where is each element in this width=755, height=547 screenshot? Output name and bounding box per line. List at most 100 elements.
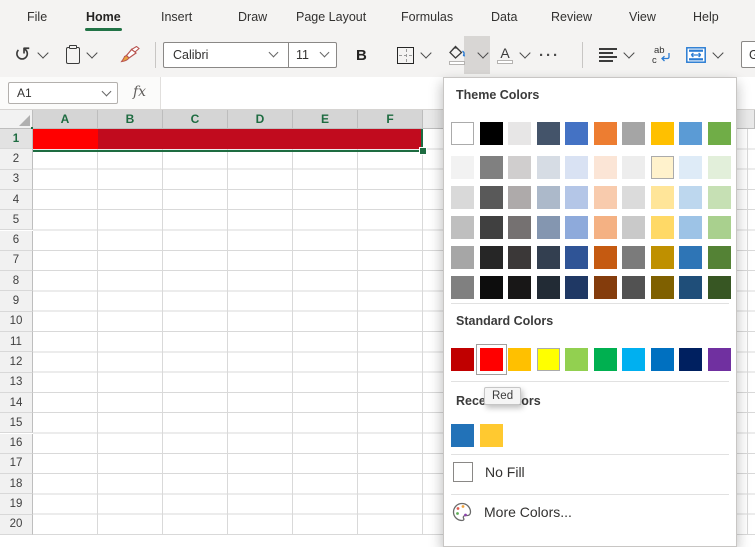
alignment-button[interactable] xyxy=(599,33,633,77)
chevron-down-icon[interactable] xyxy=(37,47,48,58)
theme-variant-swatch[interactable] xyxy=(480,216,503,239)
theme-color-swatch[interactable] xyxy=(651,122,674,145)
theme-variant-swatch[interactable] xyxy=(708,246,731,269)
theme-variant-swatch[interactable] xyxy=(565,246,588,269)
theme-variant-swatch[interactable] xyxy=(651,186,674,209)
tab-home[interactable]: Home xyxy=(84,0,123,33)
theme-variant-swatch[interactable] xyxy=(622,156,645,179)
chevron-down-icon[interactable] xyxy=(320,48,330,58)
row-header-15[interactable]: 15 xyxy=(0,413,33,433)
theme-color-swatch[interactable] xyxy=(622,122,645,145)
row-header-9[interactable]: 9 xyxy=(0,291,33,311)
theme-variant-swatch[interactable] xyxy=(565,276,588,299)
chevron-down-icon[interactable] xyxy=(519,47,530,58)
row-header-7[interactable]: 7 xyxy=(0,251,33,271)
theme-variant-swatch[interactable] xyxy=(594,186,617,209)
tab-view[interactable]: View xyxy=(627,0,658,33)
theme-variant-swatch[interactable] xyxy=(565,216,588,239)
recent-color-swatch[interactable] xyxy=(451,424,474,447)
theme-color-swatch[interactable] xyxy=(537,122,560,145)
theme-variant-swatch[interactable] xyxy=(594,276,617,299)
theme-color-swatch[interactable] xyxy=(708,122,731,145)
column-header-F[interactable]: F xyxy=(358,110,423,129)
theme-variant-swatch[interactable] xyxy=(622,276,645,299)
theme-variant-swatch[interactable] xyxy=(679,216,702,239)
theme-variant-swatch[interactable] xyxy=(537,216,560,239)
theme-variant-swatch[interactable] xyxy=(537,246,560,269)
fill-handle[interactable] xyxy=(419,147,427,155)
row-header-16[interactable]: 16 xyxy=(0,434,33,454)
paste-button[interactable] xyxy=(66,33,96,77)
theme-variant-swatch[interactable] xyxy=(451,186,474,209)
theme-variant-swatch[interactable] xyxy=(451,246,474,269)
theme-variant-swatch[interactable] xyxy=(622,186,645,209)
standard-color-dark-red[interactable] xyxy=(451,348,474,371)
merge-cells-button[interactable] xyxy=(686,33,722,77)
chevron-down-icon[interactable] xyxy=(86,47,97,58)
standard-color-blue[interactable] xyxy=(651,348,674,371)
row-header-4[interactable]: 4 xyxy=(0,190,33,210)
theme-variant-swatch[interactable] xyxy=(480,276,503,299)
theme-variant-swatch[interactable] xyxy=(651,276,674,299)
more-colors-option[interactable]: More Colors... xyxy=(452,502,572,522)
theme-variant-swatch[interactable] xyxy=(508,156,531,179)
tab-insert[interactable]: Insert xyxy=(159,0,194,33)
font-name-select[interactable]: Calibri xyxy=(173,48,208,62)
theme-variant-swatch[interactable] xyxy=(679,186,702,209)
theme-color-swatch[interactable] xyxy=(565,122,588,145)
row-header-6[interactable]: 6 xyxy=(0,231,33,251)
theme-variant-swatch[interactable] xyxy=(708,276,731,299)
standard-color-orange[interactable] xyxy=(508,348,531,371)
wrap-text-button[interactable]: abc xyxy=(652,33,672,77)
theme-variant-swatch[interactable] xyxy=(508,246,531,269)
standard-color-light-green[interactable] xyxy=(565,348,588,371)
theme-variant-swatch[interactable] xyxy=(451,156,474,179)
row-header-20[interactable]: 20 xyxy=(0,515,33,535)
tab-formulas[interactable]: Formulas xyxy=(399,0,455,33)
theme-variant-swatch[interactable] xyxy=(565,156,588,179)
theme-variant-swatch[interactable] xyxy=(594,216,617,239)
theme-color-swatch[interactable] xyxy=(480,122,503,145)
column-header-B[interactable]: B xyxy=(98,110,163,129)
theme-color-swatch[interactable] xyxy=(594,122,617,145)
theme-variant-swatch[interactable] xyxy=(480,156,503,179)
theme-variant-swatch[interactable] xyxy=(679,276,702,299)
chevron-down-icon[interactable] xyxy=(420,47,431,58)
theme-variant-swatch[interactable] xyxy=(679,156,702,179)
column-header-C[interactable]: C xyxy=(163,110,228,129)
theme-variant-swatch[interactable] xyxy=(508,276,531,299)
no-fill-option[interactable]: No Fill xyxy=(453,462,525,482)
row-header-17[interactable]: 17 xyxy=(0,454,33,474)
theme-variant-swatch[interactable] xyxy=(708,186,731,209)
tab-file[interactable]: File xyxy=(25,0,49,33)
theme-color-swatch[interactable] xyxy=(451,122,474,145)
standard-color-green[interactable] xyxy=(594,348,617,371)
theme-variant-swatch[interactable] xyxy=(651,216,674,239)
select-all-corner[interactable] xyxy=(0,110,33,129)
row-header-1[interactable]: 1 xyxy=(0,129,33,149)
recent-color-swatch[interactable] xyxy=(480,424,503,447)
theme-variant-swatch[interactable] xyxy=(622,216,645,239)
row-header-18[interactable]: 18 xyxy=(0,474,33,494)
row-header-10[interactable]: 10 xyxy=(0,312,33,332)
row-header-19[interactable]: 19 xyxy=(0,494,33,514)
row-header-5[interactable]: 5 xyxy=(0,210,33,230)
standard-color-red[interactable] xyxy=(480,348,503,371)
theme-variant-swatch[interactable] xyxy=(708,216,731,239)
theme-variant-swatch[interactable] xyxy=(651,246,674,269)
theme-variant-swatch[interactable] xyxy=(651,156,674,179)
font-color-button[interactable]: A xyxy=(497,33,529,77)
chevron-down-icon[interactable] xyxy=(712,47,723,58)
borders-button[interactable] xyxy=(397,33,430,77)
format-painter-button[interactable] xyxy=(120,33,142,77)
tab-page-layout[interactable]: Page Layout xyxy=(294,0,368,33)
chevron-down-icon[interactable] xyxy=(477,47,488,58)
theme-variant-swatch[interactable] xyxy=(537,186,560,209)
fx-button[interactable]: fx xyxy=(133,84,146,100)
row-header-11[interactable]: 11 xyxy=(0,332,33,352)
theme-variant-swatch[interactable] xyxy=(594,246,617,269)
chevron-down-icon[interactable] xyxy=(269,48,279,58)
undo-button[interactable]: ↺ xyxy=(14,33,47,77)
theme-variant-swatch[interactable] xyxy=(679,246,702,269)
row-header-12[interactable]: 12 xyxy=(0,352,33,372)
